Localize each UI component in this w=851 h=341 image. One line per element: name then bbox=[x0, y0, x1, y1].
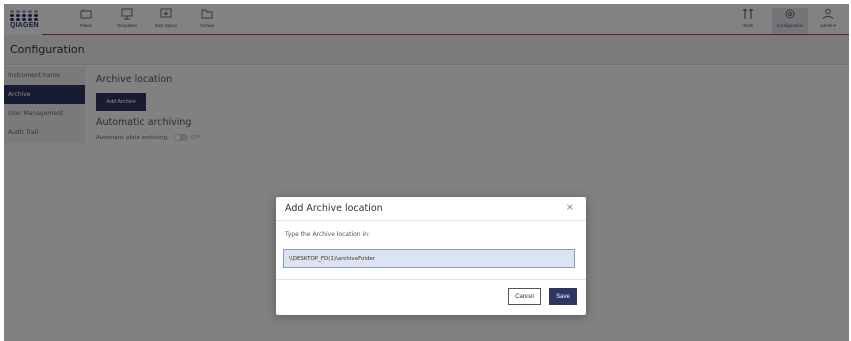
dialog-header: Add Archive location × bbox=[276, 197, 586, 221]
add-archive-location-dialog: Add Archive location × Type the Archive … bbox=[276, 197, 586, 315]
cancel-button[interactable]: Cancel bbox=[508, 288, 541, 305]
archive-location-hint: Type the Archive location in: bbox=[285, 231, 371, 238]
close-icon[interactable]: × bbox=[566, 202, 574, 213]
archive-location-input[interactable] bbox=[283, 249, 575, 268]
save-button[interactable]: Save bbox=[549, 288, 577, 305]
dialog-title: Add Archive location bbox=[285, 203, 383, 214]
app-window: QIAGEN Plates Templates Disk Space Archi… bbox=[0, 0, 851, 341]
dialog-footer-divider bbox=[276, 279, 586, 280]
